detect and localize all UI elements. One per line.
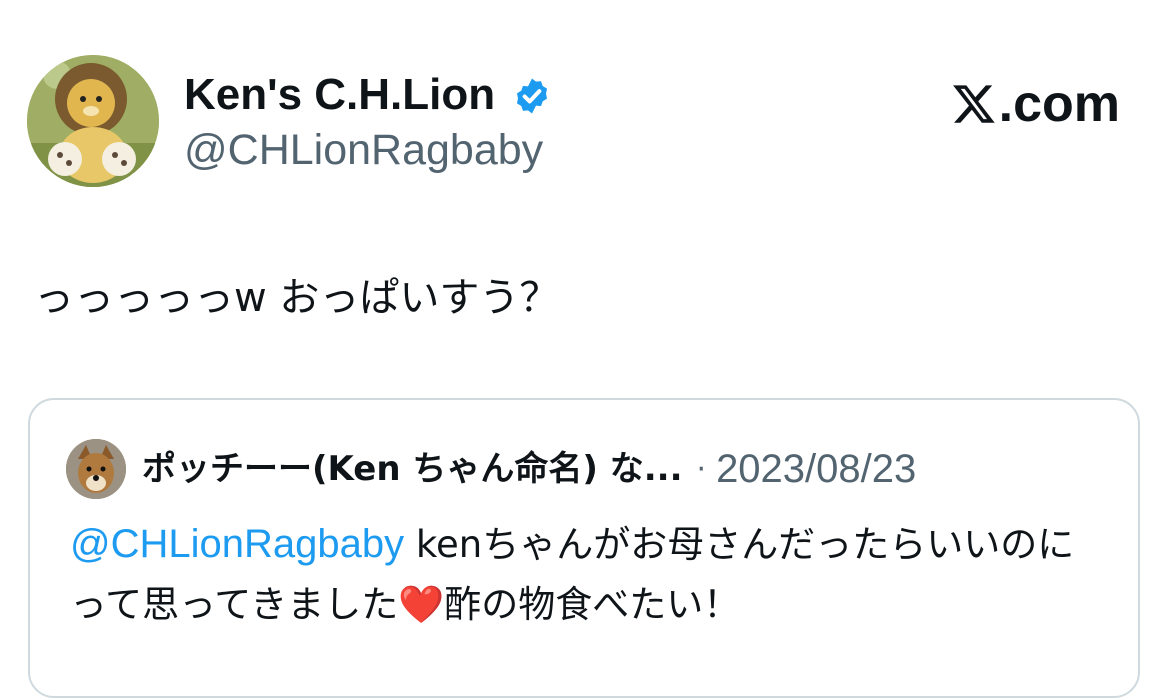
author-avatar[interactable] — [27, 55, 159, 187]
site-domain: .com — [998, 75, 1120, 133]
post-text: っっっっっw おっぱいすう？ — [34, 275, 560, 321]
quoted-author-name[interactable]: ポッチーー(Ken ちゃん命名) な... — [142, 447, 683, 491]
separator-dot: · — [696, 451, 707, 487]
quoted-post-card[interactable]: ポッチーー(Ken ちゃん命名) な... · 2023/08/23 @CHLi… — [28, 398, 1140, 698]
author-handle[interactable]: @CHLionRagbaby — [184, 124, 543, 176]
post-header: Ken's C.H.Lion @CHLionRagbaby .com — [27, 55, 1147, 190]
verified-badge-icon — [517, 78, 547, 114]
quoted-text-after-emoji: 酢の物食べたい！ — [444, 583, 741, 626]
lion-plush-avatar-icon — [27, 55, 159, 187]
mention-link[interactable]: @CHLionRagbaby — [70, 522, 404, 566]
quoted-post-date[interactable]: 2023/08/23 — [716, 447, 916, 491]
author-display-name[interactable]: Ken's C.H.Lion — [184, 69, 495, 121]
dog-avatar-icon — [66, 439, 126, 499]
heart-emoji-icon: ❤️ — [398, 583, 445, 626]
quoted-author-avatar[interactable] — [66, 439, 126, 499]
quoted-post-header: ポッチーー(Ken ちゃん命名) な... · 2023/08/23 — [66, 438, 1116, 500]
x-logo-icon — [952, 85, 995, 123]
quoted-post-text: @CHLionRagbaby kenちゃんがお母さんだったらいいのにって思ってき… — [70, 514, 1110, 635]
site-logo[interactable]: .com — [951, 76, 1120, 132]
